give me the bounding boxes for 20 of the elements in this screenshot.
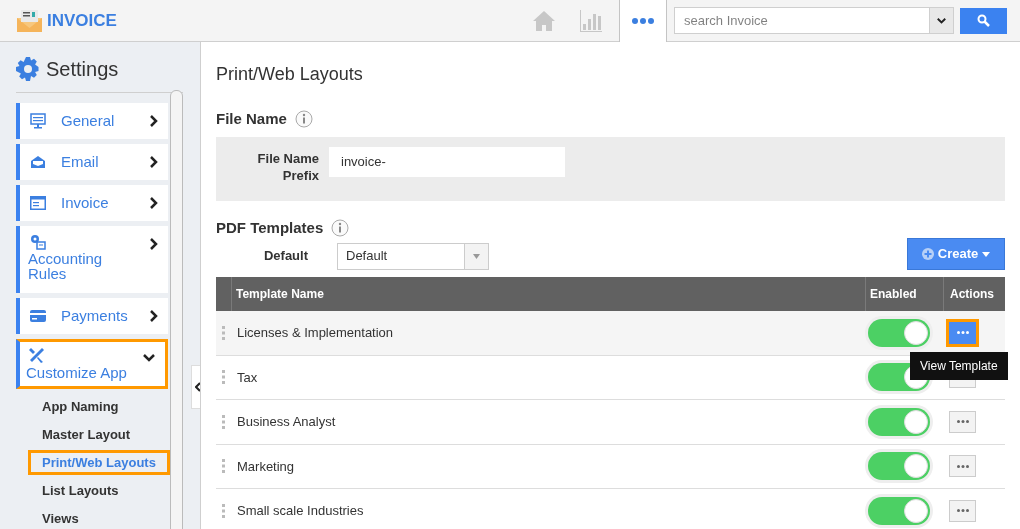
section-heading: File Name xyxy=(216,109,287,129)
section-heading: PDF Templates xyxy=(216,217,324,238)
template-name: Licenses & Implementation xyxy=(237,324,395,342)
app-title: INVOICE xyxy=(47,9,117,32)
menu-label: Payments xyxy=(61,305,129,326)
menu-label: Accounting Rules xyxy=(28,251,104,281)
field-label: File Name Prefix xyxy=(256,149,319,184)
settings-title: Settings xyxy=(46,57,119,82)
menu-label: Customize App xyxy=(26,365,128,380)
template-name: Marketing xyxy=(237,457,296,476)
menu-label: Invoice xyxy=(61,192,110,213)
menu-label: Email xyxy=(61,151,100,172)
tooltip: View Template xyxy=(910,352,1008,380)
template-name: Small scale Industries xyxy=(237,502,365,520)
menu-label: General xyxy=(61,110,116,131)
template-name: Business Analyst xyxy=(237,413,337,431)
page-title: Print/Web Layouts xyxy=(216,63,364,86)
template-name: Tax xyxy=(237,368,259,387)
field-label: Default xyxy=(262,247,308,266)
column-header: Template Name xyxy=(235,286,325,303)
